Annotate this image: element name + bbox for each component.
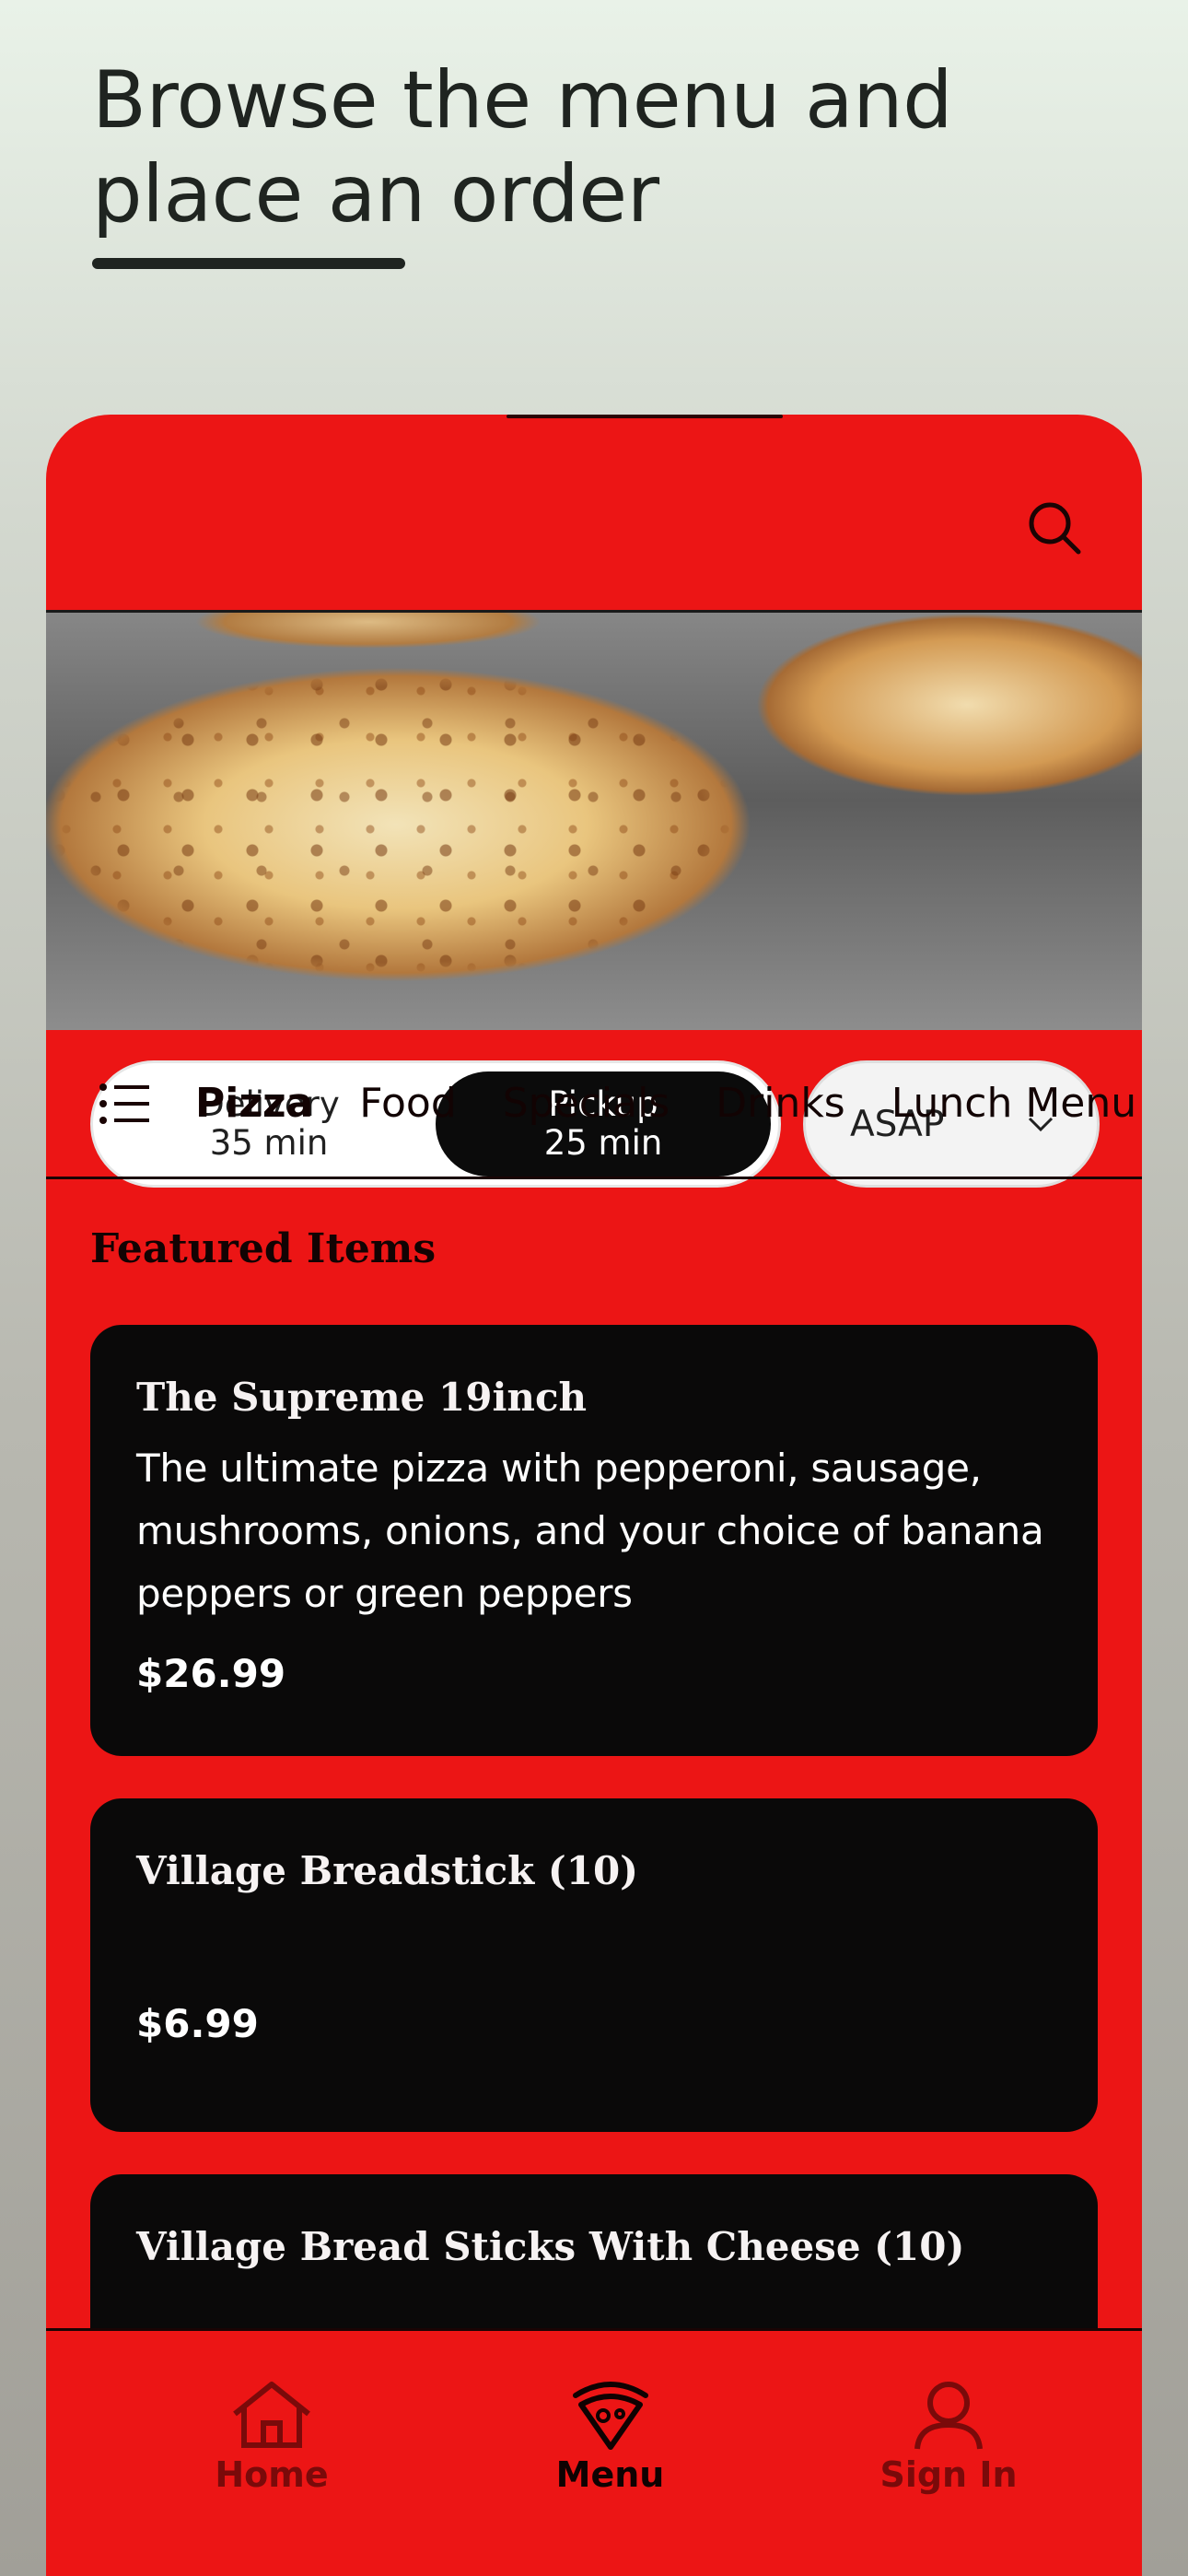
menu-item-description: The ultimate pizza with pepperoni, sausa… xyxy=(136,1446,1044,1616)
nav-menu[interactable]: Menu xyxy=(518,2331,703,2576)
home-icon xyxy=(233,2382,310,2448)
search-button[interactable] xyxy=(1022,496,1087,560)
category-tab-pizza[interactable]: Pizza xyxy=(195,1080,313,1127)
menu-item-name: Village Bread Sticks With Cheese (10) xyxy=(136,2224,965,2269)
user-icon xyxy=(914,2382,983,2450)
category-tab-specials[interactable]: Specials xyxy=(503,1080,670,1127)
nav-home[interactable]: Home xyxy=(180,2331,364,2576)
promo-title-line2: place an order xyxy=(92,148,659,240)
promo-title: Browse the menu and place an order xyxy=(92,53,953,241)
menu-item-card[interactable]: The Supreme 19inch The ultimate pizza wi… xyxy=(90,1325,1098,1756)
menu-item-name: The Supreme 19inch xyxy=(136,1375,588,1420)
search-icon xyxy=(1029,502,1081,555)
list-icon[interactable] xyxy=(98,1081,153,1127)
menu-item-name: Village Breadstick (10) xyxy=(136,1848,639,1893)
bottom-nav: Home Menu Sign In xyxy=(46,2328,1142,2576)
category-tab-drinks[interactable]: Drinks xyxy=(716,1080,845,1127)
hero-image: Delivery 35 min Pickup 25 min ASAP xyxy=(46,610,1142,1188)
nav-home-label: Home xyxy=(215,2454,329,2495)
nav-sign-in-label: Sign In xyxy=(879,2454,1018,2495)
featured-heading: Featured Items xyxy=(90,1225,437,1272)
nav-menu-label: Menu xyxy=(555,2454,665,2495)
menu-item-price: $26.99 xyxy=(136,1651,286,1696)
promo-title-line1: Browse the menu and xyxy=(92,54,953,146)
pizza-slice-icon xyxy=(572,2382,648,2450)
category-bar: Pizza Food Specials Drinks Lunch Menu xyxy=(46,1030,1142,1179)
category-tab-food[interactable]: Food xyxy=(359,1080,457,1127)
nav-sign-in[interactable]: Sign In xyxy=(856,2331,1041,2576)
promo-underline xyxy=(92,258,405,269)
menu-item-price: $6.99 xyxy=(136,2001,259,2046)
app-screen: Delivery 35 min Pickup 25 min ASAP Pizza… xyxy=(46,415,1142,2576)
hero-image-texture xyxy=(46,613,1142,1030)
menu-item-card[interactable]: Village Breadstick (10) $6.99 xyxy=(90,1798,1098,2132)
device-notch-edge xyxy=(507,415,783,418)
category-tab-lunch-menu[interactable]: Lunch Menu xyxy=(891,1080,1136,1127)
